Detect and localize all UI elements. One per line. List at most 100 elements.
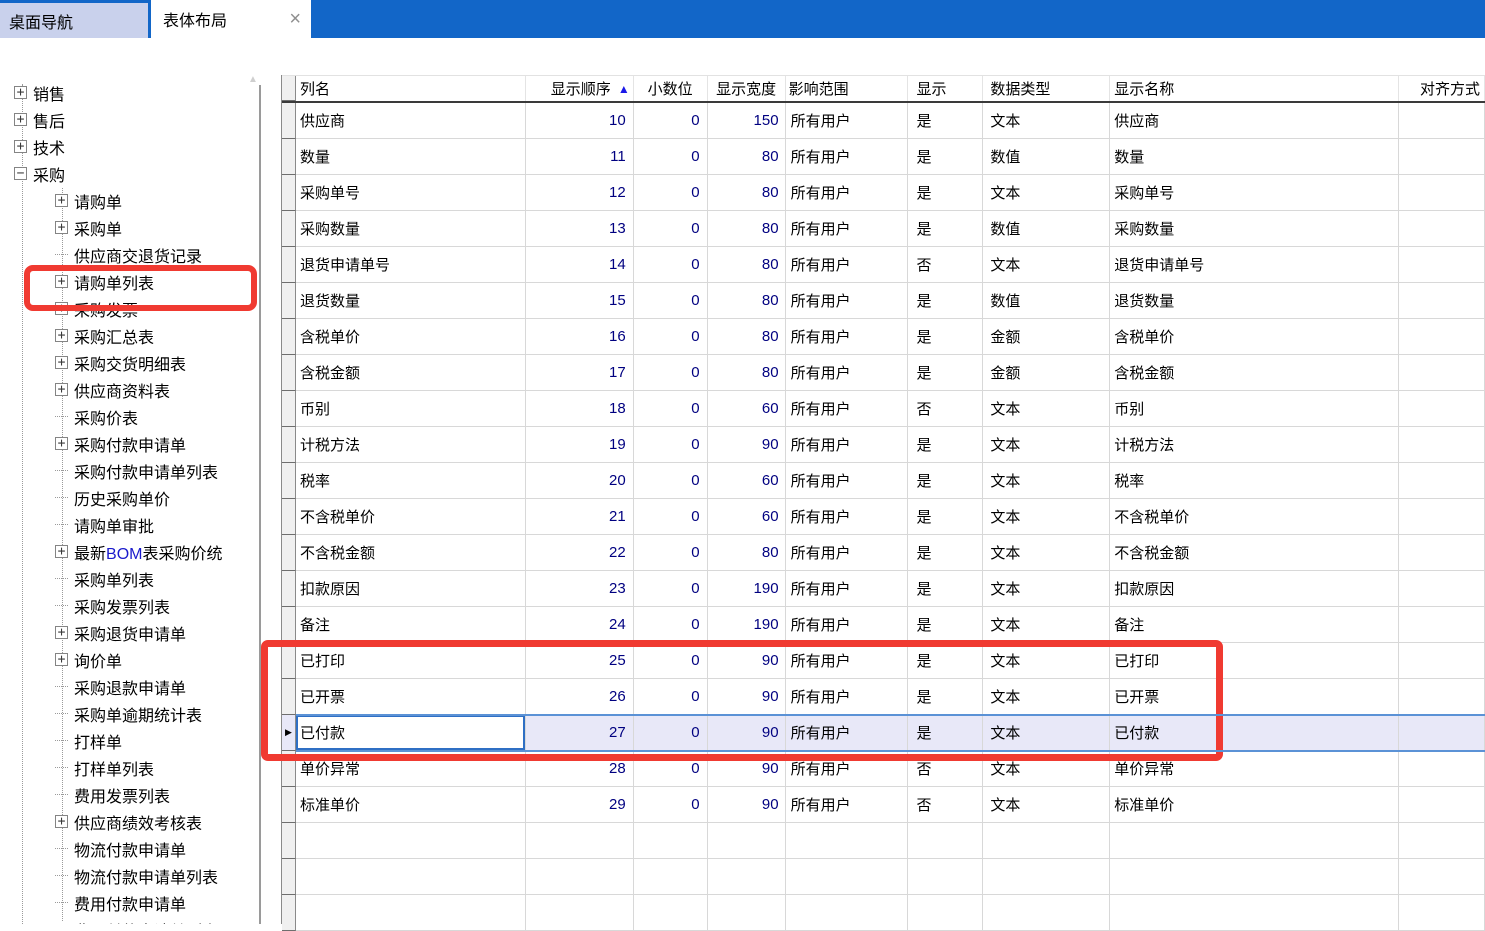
cell-align[interactable] bbox=[1399, 751, 1485, 787]
row-indicator[interactable] bbox=[282, 823, 296, 859]
cell-width[interactable]: 60 bbox=[708, 391, 786, 427]
tree-item[interactable]: −采购 bbox=[0, 160, 281, 187]
cell-show[interactable]: 是 bbox=[908, 103, 983, 139]
cell-dname[interactable]: 不含税金额 bbox=[1110, 535, 1399, 571]
cell-scope[interactable]: 所有用户 bbox=[786, 751, 909, 787]
expand-plus-icon[interactable]: + bbox=[55, 356, 68, 369]
row-indicator[interactable] bbox=[282, 247, 296, 283]
cell-dtype[interactable]: 文本 bbox=[983, 571, 1110, 607]
cell-dtype[interactable]: 文本 bbox=[983, 463, 1110, 499]
tree-item[interactable]: +采购交货明细表 bbox=[0, 349, 281, 376]
tree-item[interactable]: 费用发票列表 bbox=[0, 781, 281, 808]
cell-dec[interactable]: 0 bbox=[634, 175, 708, 211]
tree-item[interactable]: 采购价表 bbox=[0, 403, 281, 430]
expand-plus-icon[interactable]: + bbox=[14, 113, 27, 126]
cell-show[interactable]: 否 bbox=[908, 391, 983, 427]
cell-order[interactable] bbox=[526, 859, 634, 895]
cell-align[interactable] bbox=[1399, 787, 1485, 823]
tree-item[interactable]: 打样单列表 bbox=[0, 754, 281, 781]
row-indicator[interactable] bbox=[282, 607, 296, 643]
cell-name[interactable]: 退货数量 bbox=[296, 283, 526, 319]
cell-dtype[interactable]: 文本 bbox=[983, 499, 1110, 535]
expand-plus-icon[interactable]: + bbox=[55, 302, 68, 315]
cell-dec[interactable]: 0 bbox=[634, 391, 708, 427]
cell-show[interactable]: 是 bbox=[908, 715, 983, 751]
tree-item[interactable]: +采购退货申请单 bbox=[0, 619, 281, 646]
cell-name[interactable]: 标准单价 bbox=[296, 787, 526, 823]
cell-dec[interactable]: 0 bbox=[634, 535, 708, 571]
cell-dtype[interactable]: 数值 bbox=[983, 211, 1110, 247]
cell-width[interactable]: 80 bbox=[708, 211, 786, 247]
cell-name[interactable] bbox=[296, 895, 526, 931]
column-header-scope[interactable]: 影响范围 bbox=[786, 76, 909, 101]
cell-name[interactable]: 税率 bbox=[296, 463, 526, 499]
cell-dec[interactable]: 0 bbox=[634, 355, 708, 391]
cell-align[interactable] bbox=[1399, 319, 1485, 355]
cell-dname[interactable]: 不含税单价 bbox=[1110, 499, 1399, 535]
cell-show[interactable]: 否 bbox=[908, 247, 983, 283]
cell-dtype[interactable]: 数值 bbox=[983, 283, 1110, 319]
cell-name[interactable]: 供应商 bbox=[296, 103, 526, 139]
cell-width[interactable]: 80 bbox=[708, 535, 786, 571]
cell-dname[interactable]: 已开票 bbox=[1110, 679, 1399, 715]
cell-name[interactable]: 单价异常 bbox=[296, 751, 526, 787]
tree-item[interactable]: 采购付款申请单列表 bbox=[0, 457, 281, 484]
cell-name[interactable] bbox=[296, 859, 526, 895]
cell-show[interactable]: 是 bbox=[908, 355, 983, 391]
cell-scope[interactable]: 所有用户 bbox=[786, 391, 909, 427]
cell-order[interactable] bbox=[526, 895, 634, 931]
cell-name[interactable]: 采购数量 bbox=[296, 211, 526, 247]
row-indicator[interactable] bbox=[282, 787, 296, 823]
cell-dname[interactable]: 数量 bbox=[1110, 139, 1399, 175]
cell-dtype[interactable]: 数值 bbox=[983, 139, 1110, 175]
cell-width[interactable] bbox=[708, 859, 786, 895]
collapse-minus-icon[interactable]: − bbox=[14, 167, 27, 180]
cell-align[interactable] bbox=[1399, 283, 1485, 319]
cell-align[interactable] bbox=[1399, 823, 1485, 859]
cell-order[interactable]: 16 bbox=[526, 319, 634, 355]
cell-name[interactable]: 含税金额 bbox=[296, 355, 526, 391]
cell-order[interactable]: 12 bbox=[526, 175, 634, 211]
cell-show[interactable]: 是 bbox=[908, 535, 983, 571]
cell-scope[interactable] bbox=[786, 823, 909, 859]
cell-dname[interactable] bbox=[1110, 895, 1399, 931]
tree-item-highlighted[interactable]: 供应商交退货记录 bbox=[0, 241, 281, 268]
cell-name[interactable] bbox=[296, 823, 526, 859]
cell-name[interactable]: 含税单价 bbox=[296, 319, 526, 355]
cell-order[interactable]: 10 bbox=[526, 103, 634, 139]
column-header-width[interactable]: 显示宽度 bbox=[708, 76, 786, 101]
cell-order[interactable]: 13 bbox=[526, 211, 634, 247]
cell-dec[interactable]: 0 bbox=[634, 283, 708, 319]
expand-plus-icon[interactable]: + bbox=[55, 653, 68, 666]
scrollbar-up-icon[interactable]: ▲ bbox=[248, 74, 258, 85]
cell-scope[interactable]: 所有用户 bbox=[786, 679, 909, 715]
tree-item[interactable]: 费用付款申请单 bbox=[0, 889, 281, 916]
row-indicator[interactable] bbox=[282, 139, 296, 175]
tree-item[interactable]: 历史采购单价 bbox=[0, 484, 281, 511]
cell-order[interactable]: 26 bbox=[526, 679, 634, 715]
cell-order[interactable]: 25 bbox=[526, 643, 634, 679]
cell-align[interactable] bbox=[1399, 139, 1485, 175]
expand-plus-icon[interactable]: + bbox=[55, 329, 68, 342]
cell-dtype[interactable]: 金额 bbox=[983, 319, 1110, 355]
cell-dec[interactable] bbox=[634, 895, 708, 931]
cell-dname[interactable]: 备注 bbox=[1110, 607, 1399, 643]
cell-width[interactable]: 90 bbox=[708, 751, 786, 787]
row-indicator[interactable] bbox=[282, 499, 296, 535]
cell-scope[interactable]: 所有用户 bbox=[786, 283, 909, 319]
cell-width[interactable]: 90 bbox=[708, 679, 786, 715]
tree-item[interactable]: +请购单 bbox=[0, 187, 281, 214]
cell-show[interactable]: 是 bbox=[908, 643, 983, 679]
cell-order[interactable]: 23 bbox=[526, 571, 634, 607]
cell-align[interactable] bbox=[1399, 463, 1485, 499]
tree-item[interactable]: 采购退款申请单 bbox=[0, 673, 281, 700]
cell-align[interactable] bbox=[1399, 715, 1485, 751]
column-header-order[interactable]: 显示顺序▲ bbox=[526, 76, 634, 101]
cell-scope[interactable]: 所有用户 bbox=[786, 787, 909, 823]
tree-item[interactable]: 物流付款申请单列表 bbox=[0, 862, 281, 889]
cell-name[interactable]: 不含税单价 bbox=[296, 499, 526, 535]
tab-table-body-layout[interactable]: 表体布局 × bbox=[151, 0, 311, 38]
cell-show[interactable]: 否 bbox=[908, 787, 983, 823]
cell-scope[interactable] bbox=[786, 895, 909, 931]
cell-dtype[interactable]: 文本 bbox=[983, 787, 1110, 823]
